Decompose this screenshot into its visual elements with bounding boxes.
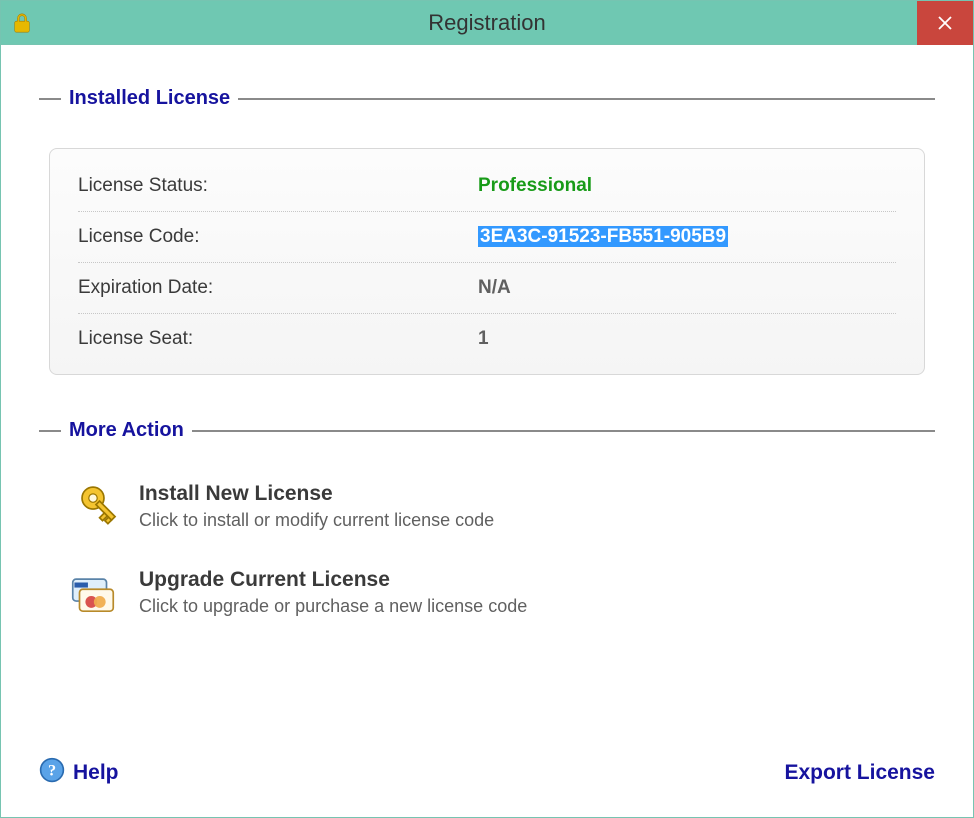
group-header: More Action <box>39 419 935 442</box>
more-action-group: More Action <box>39 419 935 652</box>
footer: ? Help Export License <box>39 747 935 795</box>
license-code-value[interactable]: 3EA3C-91523-FB551-905B9 <box>478 226 728 248</box>
key-icon <box>65 482 121 538</box>
license-status-value: Professional <box>478 175 592 197</box>
lock-icon <box>11 12 33 34</box>
installed-license-group: Installed License License Status: Profes… <box>39 87 935 391</box>
license-status-row: License Status: Professional <box>78 161 896 212</box>
license-code-label: License Code: <box>78 226 478 248</box>
help-icon: ? <box>39 757 65 789</box>
export-license-label: Export License <box>784 761 935 785</box>
window-title: Registration <box>1 10 973 36</box>
export-license-link[interactable]: Export License <box>784 761 935 785</box>
install-new-license-title: Install New License <box>139 482 494 506</box>
install-new-license-action[interactable]: Install New License Click to install or … <box>65 482 925 538</box>
install-new-license-desc: Click to install or modify current licen… <box>139 510 494 531</box>
svg-text:?: ? <box>48 762 56 780</box>
upgrade-license-title: Upgrade Current License <box>139 568 527 592</box>
license-seat-row: License Seat: 1 <box>78 314 896 364</box>
divider <box>192 430 935 432</box>
credit-card-icon <box>65 568 121 624</box>
installed-license-title: Installed License <box>61 87 238 110</box>
titlebar: Registration <box>1 1 973 45</box>
divider <box>39 430 61 432</box>
expiration-date-row: Expiration Date: N/A <box>78 263 896 314</box>
license-status-label: License Status: <box>78 175 478 197</box>
help-link[interactable]: ? Help <box>39 757 119 789</box>
help-label: Help <box>73 761 119 785</box>
license-info-panel: License Status: Professional License Cod… <box>49 148 925 375</box>
license-seat-label: License Seat: <box>78 328 478 350</box>
license-seat-value: 1 <box>478 328 489 350</box>
upgrade-license-action[interactable]: Upgrade Current License Click to upgrade… <box>65 568 925 624</box>
close-icon <box>937 15 953 31</box>
close-button[interactable] <box>917 1 973 45</box>
license-code-row: License Code: 3EA3C-91523-FB551-905B9 <box>78 212 896 263</box>
more-action-title: More Action <box>61 419 192 442</box>
registration-window: Registration Installed License License S… <box>0 0 974 818</box>
license-code-text: 3EA3C-91523-FB551-905B9 <box>478 226 728 247</box>
divider <box>238 98 935 100</box>
content-area: Installed License License Status: Profes… <box>1 45 973 817</box>
upgrade-license-desc: Click to upgrade or purchase a new licen… <box>139 596 527 617</box>
expiration-date-value: N/A <box>478 277 511 299</box>
divider <box>39 98 61 100</box>
expiration-date-label: Expiration Date: <box>78 277 478 299</box>
group-header: Installed License <box>39 87 935 110</box>
